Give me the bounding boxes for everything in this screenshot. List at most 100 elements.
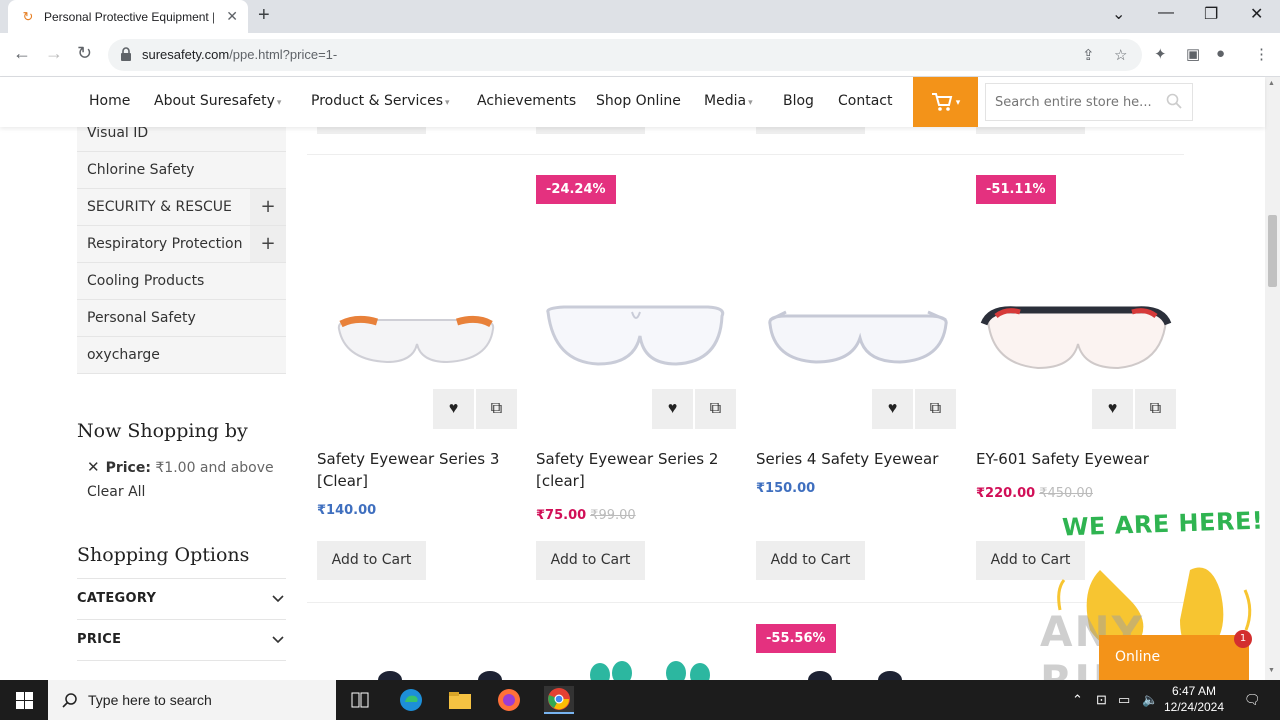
new-tab-icon[interactable]: + (258, 4, 270, 27)
back-arrow-icon[interactable]: ← (13, 43, 31, 64)
file-explorer-icon[interactable] (446, 686, 474, 714)
taskbar-search[interactable]: Type here to search (48, 680, 336, 720)
windows-taskbar: Type here to search ⌃ ⊡ ▭ 🔈 6:47 AM 12/2… (0, 680, 1280, 720)
scroll-down-icon[interactable]: ▼ (1268, 667, 1275, 674)
close-tab-icon[interactable]: ✕ (226, 8, 238, 25)
previous-row-cart-button[interactable] (756, 127, 865, 134)
expand-plus-icon[interactable]: + (250, 189, 286, 225)
chevron-down-icon (272, 636, 284, 644)
product-image-eyewear[interactable] (976, 212, 1176, 392)
side-panel-icon[interactable]: ▣ (1186, 45, 1200, 63)
network-icon[interactable]: ⊡ (1096, 692, 1107, 708)
search-icon[interactable] (1166, 93, 1182, 109)
category-security-rescue[interactable]: SECURITY & RESCUE + (77, 189, 286, 226)
nav-achievements[interactable]: Achievements (477, 93, 576, 109)
url-path: /ppe.html?price=1- (229, 47, 338, 62)
wishlist-button[interactable]: ♥ (872, 389, 913, 429)
clear-all-link[interactable]: Clear All (77, 484, 286, 500)
category-personal-safety[interactable]: Personal Safety (77, 300, 286, 337)
nav-about[interactable]: About Suresafety ▾ (154, 93, 281, 109)
page-scrollbar[interactable]: ▲ ▼ (1265, 77, 1280, 680)
product-image-gloves[interactable] (360, 667, 520, 680)
product-image-eyewear[interactable] (536, 212, 736, 392)
expand-plus-icon[interactable]: + (250, 226, 286, 262)
product-name[interactable]: Series 4 Safety Eyewear (756, 448, 956, 470)
tab-search-chevron-icon[interactable]: ⌄ (1112, 4, 1125, 24)
edge-browser-icon[interactable] (397, 686, 425, 714)
minimize-icon[interactable]: — (1158, 4, 1174, 22)
nav-home[interactable]: Home (89, 93, 130, 109)
compare-button[interactable]: ⧉ (476, 389, 517, 429)
category-visual-id[interactable]: Visual ID (77, 127, 286, 152)
chat-online-button[interactable]: Online 1 (1099, 630, 1252, 680)
heart-icon: ♥ (667, 400, 678, 417)
product-image-gloves[interactable] (780, 667, 940, 680)
url-host: suresafety.com (142, 47, 230, 62)
product-name[interactable]: Safety Eyewear Series 3 [Clear] (317, 448, 517, 492)
url-field[interactable]: suresafety.com/ppe.html?price=1- ⇪ ☆ (108, 39, 1142, 71)
compare-icon: ⧉ (929, 400, 942, 417)
extensions-puzzle-icon[interactable]: ✦ (1154, 45, 1167, 63)
filter-value: ₹1.00 and above (155, 460, 274, 476)
previous-row-cart-button[interactable] (317, 127, 426, 134)
wishlist-button[interactable]: ♥ (1092, 389, 1133, 429)
close-window-icon[interactable]: ✕ (1250, 4, 1263, 24)
nav-blog[interactable]: Blog (783, 93, 814, 109)
start-button[interactable] (0, 680, 48, 720)
bookmark-star-icon[interactable]: ☆ (1114, 46, 1127, 64)
category-respiratory-protection[interactable]: Respiratory Protection + (77, 226, 286, 263)
wishlist-button[interactable]: ♥ (652, 389, 693, 429)
wishlist-button[interactable]: ♥ (433, 389, 474, 429)
restore-icon[interactable]: ❐ (1204, 4, 1218, 24)
nav-products-label: Product & Services (311, 93, 444, 109)
option-label: CATEGORY (77, 591, 157, 606)
heart-icon: ♥ (1107, 400, 1118, 417)
volume-icon[interactable]: 🔈 (1142, 692, 1158, 708)
scroll-up-icon[interactable]: ▲ (1268, 80, 1275, 87)
category-label: SECURITY & RESCUE (87, 199, 232, 215)
product-image-eyewear[interactable] (756, 212, 956, 392)
display-icon[interactable]: ▭ (1118, 692, 1130, 708)
product-price: ₹140.00 (317, 503, 377, 518)
old-price: ₹99.00 (590, 508, 636, 523)
product-name[interactable]: EY-601 Safety Eyewear (976, 448, 1176, 470)
browser-menu-icon[interactable]: ⋮ (1254, 45, 1269, 63)
nav-contact[interactable]: Contact (838, 93, 892, 109)
nav-shop-online[interactable]: Shop Online (596, 93, 681, 109)
chat-headline: WE ARE HERE! (1061, 506, 1264, 542)
add-to-cart-button[interactable]: Add to Cart (317, 541, 426, 580)
taskbar-clock[interactable]: 6:47 AM 12/24/2024 (1160, 683, 1228, 715)
profile-avatar-icon[interactable]: ● (1216, 45, 1225, 62)
notifications-icon[interactable]: 🗨 (1244, 692, 1261, 708)
compare-button[interactable]: ⧉ (1135, 389, 1176, 429)
previous-row-cart-button[interactable] (976, 127, 1085, 134)
product-image-gloves[interactable] (560, 657, 730, 680)
reload-icon[interactable]: ↻ (77, 43, 92, 64)
compare-button[interactable]: ⧉ (915, 389, 956, 429)
option-price[interactable]: PRICE (77, 619, 286, 660)
nav-products[interactable]: Product & Services ▾ (311, 93, 450, 109)
heart-icon: ♥ (887, 400, 898, 417)
forward-arrow-icon[interactable]: → (45, 43, 63, 64)
store-search-input[interactable] (986, 84, 1156, 120)
product-image-eyewear[interactable] (317, 212, 517, 392)
nav-media[interactable]: Media ▾ (704, 93, 753, 109)
firefox-icon[interactable] (495, 686, 523, 714)
scrollbar-thumb[interactable] (1268, 215, 1277, 287)
add-to-cart-button[interactable]: Add to Cart (536, 541, 645, 580)
chrome-taskbar-icon[interactable] (544, 686, 574, 714)
browser-tab[interactable]: ↻ Personal Protective Equipment | ✕ (8, 0, 248, 33)
product-name[interactable]: Safety Eyewear Series 2 [clear] (536, 448, 736, 492)
share-icon[interactable]: ⇪ (1082, 46, 1095, 64)
task-view-icon[interactable] (346, 686, 374, 714)
mini-cart-button[interactable]: ▾ (913, 77, 978, 127)
remove-filter-icon[interactable]: ✕ (87, 458, 100, 476)
add-to-cart-button[interactable]: Add to Cart (756, 541, 865, 580)
show-hidden-icons[interactable]: ⌃ (1072, 692, 1083, 708)
category-chlorine-safety[interactable]: Chlorine Safety (77, 152, 286, 189)
compare-button[interactable]: ⧉ (695, 389, 736, 429)
option-category[interactable]: CATEGORY (77, 578, 286, 619)
category-cooling-products[interactable]: Cooling Products (77, 263, 286, 300)
previous-row-cart-button[interactable] (536, 127, 645, 134)
category-oxycharge[interactable]: oxycharge (77, 337, 286, 374)
